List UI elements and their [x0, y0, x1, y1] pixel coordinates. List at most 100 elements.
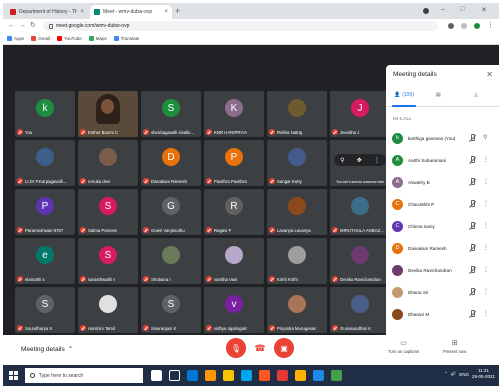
more-options-icon[interactable]: ⋮ — [483, 267, 489, 273]
participant-tile[interactable]: Gunasundhari K — [330, 287, 390, 333]
participant-tile[interactable]: Priyanka Murugesan — [267, 287, 327, 333]
microphone-toggle-button[interactable]: 🎙 — [226, 338, 246, 358]
tab-close-icon[interactable]: × — [164, 9, 168, 15]
participant-tile[interactable]: vanitha Vani — [204, 238, 264, 284]
mic-off-icon[interactable] — [468, 288, 476, 296]
participant-list-item[interactable]: k karthiga ganesan (You) ⚲ — [386, 127, 499, 149]
fit-icon[interactable]: ✥ — [357, 157, 362, 164]
panel-close-icon[interactable]: ✕ — [486, 70, 493, 79]
more-options-icon[interactable]: ⋮ — [483, 157, 489, 163]
participant-tile[interactable]: Rekha Natraj — [267, 91, 327, 137]
participant-tile[interactable]: Esther Boomi C — [78, 91, 138, 137]
participant-tile[interactable]: G Gowri Vanjimuthu — [141, 189, 201, 235]
leave-call-button[interactable]: ☎ — [250, 338, 270, 358]
windows-start-icon[interactable] — [9, 371, 18, 380]
mic-off-icon[interactable] — [468, 244, 476, 252]
participant-tile[interactable]: v vidhya rajalingam — [204, 287, 264, 333]
taskbar-app-icon[interactable] — [277, 370, 288, 381]
participant-tile[interactable]: D Daivakani Ramesh — [141, 140, 201, 186]
pin-icon[interactable]: ⚲ — [340, 157, 344, 164]
taskbar-app-icon[interactable] — [241, 370, 252, 381]
participant-list-item[interactable]: A Aswathy B ⋮ — [386, 171, 499, 193]
participant-tile[interactable]: S Soundharya S — [15, 287, 75, 333]
participant-tile[interactable]: S Salma Parveen — [78, 189, 138, 235]
profile-avatar-icon[interactable] — [474, 23, 480, 29]
participant-tile[interactable]: Lt.Dr P.Karpagavalli ... — [15, 140, 75, 186]
taskbar-app-icon[interactable] — [205, 370, 216, 381]
maximize-button[interactable]: □ — [460, 6, 464, 13]
taskbar-app-icon[interactable] — [295, 370, 306, 381]
omnibox[interactable]: meet.google.com/wmv-dubw-ovp — [43, 21, 438, 31]
star-icon[interactable] — [461, 23, 467, 29]
participant-list-item[interactable]: Devika Ravichandran ⋮ — [386, 259, 499, 281]
taskbar-app-icon[interactable] — [169, 370, 180, 381]
taskbar-app-icon[interactable] — [313, 370, 324, 381]
mic-off-icon[interactable] — [468, 156, 476, 164]
participant-list-item[interactable]: D Daivakani Ramesh ⋮ — [386, 237, 499, 259]
participant-tile[interactable]: Kirthi Kirthi — [267, 238, 327, 284]
taskbar-app-icon[interactable] — [223, 370, 234, 381]
bookmark-apps[interactable]: Apps — [7, 36, 24, 41]
tray-icon[interactable]: ⌃ — [444, 371, 448, 377]
bookmark-gmail[interactable]: Gmail — [31, 36, 50, 41]
participant-tile[interactable]: J Jeevitha J — [330, 91, 390, 137]
participant-list-item[interactable]: Dhana Sri ⋮ — [386, 281, 499, 303]
participant-list-item[interactable]: C Chinna samy ⋮ — [386, 215, 499, 237]
tab-department-of-history[interactable]: Department of History - Thiruv... × — [6, 5, 88, 19]
participant-tile[interactable]: e elamathi s — [15, 238, 75, 284]
back-icon[interactable]: ← — [8, 21, 15, 31]
more-options-icon[interactable]: ⋮ — [374, 157, 380, 164]
reload-icon[interactable]: ↻ — [30, 21, 36, 31]
more-options-icon[interactable]: ⋮ — [483, 223, 489, 229]
taskbar-app-icon[interactable] — [187, 370, 198, 381]
participant-tile[interactable]: S Sivaranjani K — [141, 287, 201, 333]
close-window-button[interactable]: ✕ — [481, 6, 487, 14]
participant-tile[interactable]: k You — [15, 91, 75, 137]
mic-off-icon[interactable] — [468, 266, 476, 274]
volume-icon[interactable]: 🔊 — [451, 371, 457, 377]
tab-activities[interactable]: ◬ — [474, 92, 478, 98]
participant-tile[interactable]: R Ragavi P — [204, 189, 264, 235]
profile-icon[interactable] — [423, 8, 429, 14]
participant-tile[interactable]: Harshini Tamil — [78, 287, 138, 333]
participant-tile[interactable]: Sshenbagavalli sivalin... — [141, 91, 201, 137]
participant-tile[interactable]: ⚲ ✥ ⋮ You can't unmute someone else — [330, 140, 390, 186]
pin-icon[interactable]: ⚲ — [483, 135, 487, 141]
more-options-icon[interactable]: ⋮ — [483, 311, 489, 317]
mic-off-icon[interactable] — [468, 134, 476, 142]
taskbar-app-icon[interactable] — [259, 370, 270, 381]
bookmark-translate[interactable]: Translate — [113, 36, 139, 41]
bookmark-maps[interactable]: Maps — [88, 36, 107, 41]
mic-off-icon[interactable] — [468, 222, 476, 230]
participant-tile[interactable]: MIRUTHULA ANBAZ... — [330, 189, 390, 235]
tab-close-icon[interactable]: × — [80, 9, 84, 15]
mic-off-icon[interactable] — [468, 178, 476, 186]
participant-list-item[interactable]: Dharani M ⋮ — [386, 303, 499, 325]
mic-off-icon[interactable] — [468, 200, 476, 208]
taskbar-app-icon[interactable] — [151, 370, 162, 381]
camera-toggle-button[interactable]: ▣ — [274, 338, 294, 358]
forward-icon[interactable]: → — [19, 21, 26, 31]
tab-chat[interactable]: ▤ — [436, 92, 441, 98]
participant-list-item[interactable]: A Aarthi Subaramani ⋮ — [386, 149, 499, 171]
tab-people[interactable]: 👤 (100) — [394, 92, 414, 98]
participant-tile[interactable]: Lavanya Lavanya — [267, 189, 327, 235]
tab-meet[interactable]: Meet - wmv-dubw-ovp × — [90, 5, 172, 19]
camera-indicator-icon[interactable] — [448, 23, 454, 29]
browser-menu-icon[interactable]: ⋮ — [487, 21, 494, 31]
clock[interactable]: 11:31 28-05-2021 — [472, 368, 495, 380]
participant-list-item[interactable]: C Charulekhi P ⋮ — [386, 193, 499, 215]
more-options-icon[interactable]: ⋮ — [483, 179, 489, 185]
participant-tile[interactable]: P Pavithra Pavithra — [204, 140, 264, 186]
participant-tile[interactable]: Shobana I — [141, 238, 201, 284]
present-now-button[interactable]: ⊞ Present now — [443, 340, 466, 354]
mic-off-icon[interactable] — [468, 310, 476, 318]
captions-button[interactable]: ▭ Turn on captions — [388, 340, 419, 354]
participant-tile[interactable]: Ssarasthwathi s — [78, 238, 138, 284]
participant-tile[interactable]: Sangar Kutty — [267, 140, 327, 186]
language-indicator[interactable]: ENG — [459, 372, 469, 377]
participant-tile[interactable]: renuka devi — [78, 140, 138, 186]
participant-tile[interactable]: P Parameshwari 9787 — [15, 189, 75, 235]
minimize-button[interactable]: – — [441, 6, 445, 13]
bookmark-youtube[interactable]: YouTube — [57, 36, 82, 41]
